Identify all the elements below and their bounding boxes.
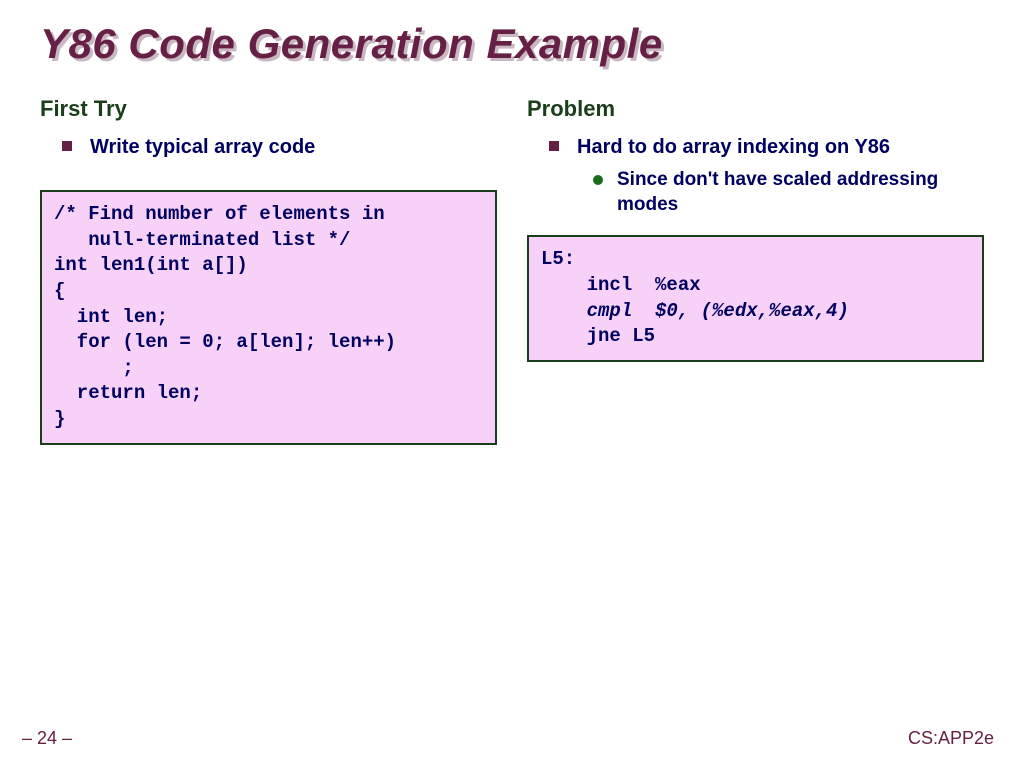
asm-line-1: L5:	[541, 248, 575, 270]
asm-code-box: L5: incl %eax cmpl $0, (%edx,%eax,4) jne…	[527, 235, 984, 362]
right-bullet-text: Hard to do array indexing on Y86	[577, 136, 890, 158]
asm-line-4: jne L5	[541, 325, 655, 347]
source-label: CS:APP2e	[908, 728, 994, 749]
asm-line-3: cmpl $0, (%edx,%eax,4)	[541, 300, 849, 322]
left-subtitle: First Try	[40, 96, 497, 122]
c-code-box: /* Find number of elements in null-termi…	[40, 190, 497, 445]
left-bullets: Write typical array code	[40, 134, 497, 160]
left-column: First Try Write typical array code /* Fi…	[40, 96, 497, 445]
right-bullet-item: Hard to do array indexing on Y86 Since d…	[577, 134, 984, 217]
right-subtitle: Problem	[527, 96, 984, 122]
right-sub-bullet-item: Since don't have scaled addressing modes	[617, 168, 984, 217]
page-number: – 24 –	[22, 728, 72, 749]
content-columns: First Try Write typical array code /* Fi…	[40, 96, 984, 445]
slide-title: Y86 Code Generation Example	[40, 20, 984, 68]
left-bullet-item: Write typical array code	[90, 134, 497, 160]
right-column: Problem Hard to do array indexing on Y86…	[527, 96, 984, 445]
asm-line-2: incl %eax	[541, 274, 701, 296]
right-bullets: Hard to do array indexing on Y86 Since d…	[527, 134, 984, 217]
right-sub-bullets: Since don't have scaled addressing modes	[577, 168, 984, 217]
